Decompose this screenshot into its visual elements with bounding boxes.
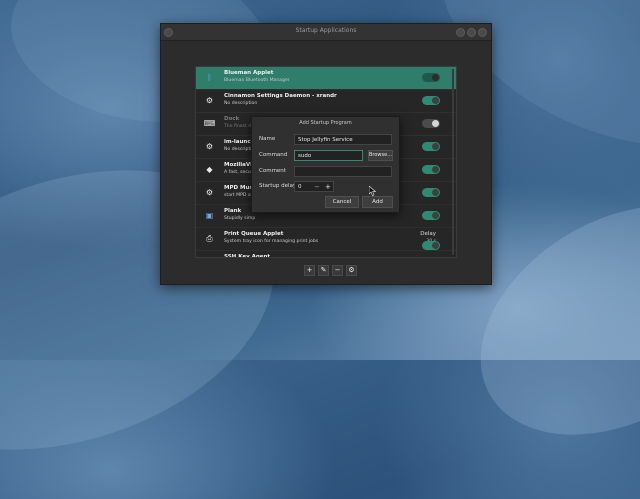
startup-list-item[interactable]: ⚙ Cinnamon Settings Daemon - xrandr No des…: [196, 90, 456, 113]
startup-list-item[interactable]: ⎙ Print Queue Applet System tray icon for …: [196, 228, 456, 251]
startup-item-delay-label: Delay: [420, 231, 436, 237]
toggle-knob: [432, 74, 439, 81]
toggle-knob: [432, 97, 439, 104]
minimize-button[interactable]: [456, 28, 465, 37]
dialog-title: Add Startup Program: [299, 120, 352, 126]
add-button[interactable]: +: [304, 265, 315, 276]
enable-toggle[interactable]: [422, 165, 440, 174]
add-program-button[interactable]: Add: [362, 196, 393, 208]
remove-button[interactable]: −: [332, 265, 343, 276]
startup-item-description: No description: [224, 101, 258, 106]
mouse-pointer-icon: [369, 186, 377, 196]
run-now-button[interactable]: ⚙: [346, 265, 357, 276]
enable-toggle[interactable]: [422, 96, 440, 105]
toggle-knob: [432, 120, 439, 127]
bluetooth-icon: ᛒ: [207, 73, 212, 82]
gear-icon: ⚙: [204, 256, 215, 257]
startup-list-item[interactable]: ⚙SSH Key AgentGNOME Keyring: SSH Agent: [196, 251, 456, 258]
maximize-button[interactable]: [467, 28, 476, 37]
startup-item-name: Blueman Applet: [224, 70, 274, 76]
startup-item-description: Stupidly simp: [224, 216, 256, 221]
add-startup-program-dialog: Add Startup Program Name Stop Jellyfin S…: [251, 116, 400, 213]
enable-toggle[interactable]: [422, 188, 440, 197]
startup-item-name: Cinnamon Settings Daemon - xrandr: [224, 93, 337, 99]
browse-button[interactable]: Browse...: [368, 150, 393, 161]
comment-label: Comment: [259, 168, 286, 174]
startup-delay-spinner[interactable]: 0 − +: [294, 181, 334, 192]
startup-item-name: SSH Key Agent: [224, 254, 271, 258]
vpn-icon: ◆: [206, 165, 213, 174]
startup-item-name: Dock: [224, 116, 240, 122]
startup-item-name: Plank: [224, 208, 242, 214]
gear-icon: ⚙: [205, 142, 214, 151]
gear-icon: ⚙: [205, 188, 214, 197]
enable-toggle[interactable]: [422, 211, 440, 220]
startup-delay-label: Startup delay: [259, 183, 297, 189]
startup-item-description: System tray icon for managing print jobs: [224, 239, 319, 244]
decrement-button[interactable]: −: [314, 183, 320, 191]
toggle-knob: [432, 143, 439, 150]
command-field[interactable]: sudo: [294, 150, 363, 161]
enable-toggle[interactable]: [422, 73, 440, 82]
startup-item-description: Blueman Bluetooth Manager: [224, 78, 290, 83]
toggle-knob: [432, 166, 439, 173]
name-field-value: Stop Jellyfin Service: [298, 137, 353, 143]
increment-button[interactable]: +: [325, 183, 331, 191]
startup-delay-value: 0: [298, 184, 302, 190]
window-titlebar[interactable]: Startup Applications: [161, 24, 491, 41]
startup-item-description: The finest do: [224, 124, 255, 129]
window-title: Startup Applications: [295, 27, 357, 34]
enable-toggle[interactable]: [422, 119, 440, 128]
comment-field[interactable]: [294, 166, 392, 177]
enable-toggle[interactable]: [422, 142, 440, 151]
list-toolbar: + ✎ − ⚙: [304, 265, 357, 276]
toggle-knob: [432, 242, 439, 249]
name-field[interactable]: Stop Jellyfin Service: [294, 134, 392, 145]
plank-icon: ▣: [205, 211, 214, 220]
close-button[interactable]: [478, 28, 487, 37]
toggle-knob: [432, 212, 439, 219]
enable-toggle[interactable]: [422, 241, 440, 250]
startup-item-name: im-launch: [224, 139, 255, 145]
command-field-value: sudo: [298, 153, 312, 159]
startup-item-description: No descriptio: [224, 147, 255, 152]
command-label: Command: [259, 152, 288, 158]
keyboard-icon: ⌨: [203, 119, 216, 128]
cancel-button[interactable]: Cancel: [325, 196, 359, 208]
edit-button[interactable]: ✎: [318, 265, 329, 276]
gear-icon: ⚙: [205, 96, 214, 105]
name-label: Name: [259, 136, 276, 142]
startup-item-name: Print Queue Applet: [224, 231, 284, 237]
printer-icon: ⎙: [206, 233, 213, 243]
enable-toggle[interactable]: [422, 257, 440, 258]
startup-item-description: start MPD as: [224, 193, 254, 198]
toggle-knob: [432, 189, 439, 196]
list-scrollbar[interactable]: [452, 69, 454, 255]
startup-list-item[interactable]: ᛒ Blueman Applet Blueman Bluetooth Manager: [196, 67, 456, 90]
